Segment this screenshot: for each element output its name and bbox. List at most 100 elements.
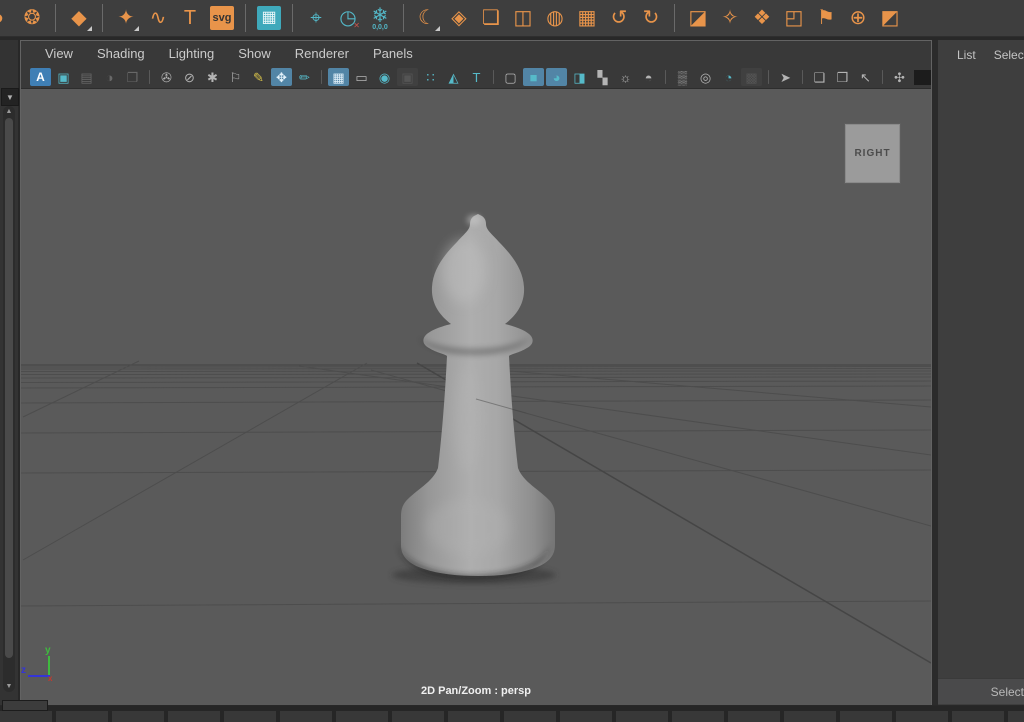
display-layout-button[interactable]: ▤	[76, 68, 97, 86]
image-plane-front-button[interactable]: ❑	[809, 68, 830, 86]
menu-panels[interactable]: Panels	[361, 43, 425, 64]
channel-box-panel: List Selected Select	[938, 40, 1024, 705]
time-slider-bar	[0, 706, 1024, 722]
shelf-target-weld-icon[interactable]: ◍	[539, 2, 571, 34]
image-plane-back-button[interactable]: ❒	[832, 68, 853, 86]
lights-toggle-button[interactable]: ☼	[615, 68, 636, 86]
shelf-sweep-mesh-icon[interactable]: ▦	[253, 2, 285, 34]
axis-y-label: y	[45, 645, 51, 656]
viewport-3d[interactable]: y z x RIGHT 2D Pan/Zoom : persp	[21, 89, 931, 705]
shelf-helix-primitive-icon[interactable]: ∿	[142, 2, 174, 34]
shelf-star-primitive-icon[interactable]: ✦	[110, 2, 142, 34]
field-chart-button[interactable]: ∷	[420, 68, 441, 86]
shelf-boolean-difference-icon[interactable]: ◈	[443, 2, 475, 34]
shelf-platonic-solid-icon[interactable]: ◆	[63, 2, 95, 34]
shelf-construction-plane-icon[interactable]: ⌖	[300, 2, 332, 34]
textured-mode-button[interactable]: ◕	[546, 68, 567, 86]
channel-box-menubar: List Selected	[938, 40, 1024, 70]
toolbar-separator	[802, 70, 803, 84]
shelf-separator	[245, 4, 246, 32]
lock-camera-button[interactable]: ⊘	[179, 68, 200, 86]
menu-shading[interactable]: Shading	[85, 43, 157, 64]
safe-title-button[interactable]: T	[466, 68, 487, 86]
default-material-button[interactable]: ▚	[592, 68, 613, 86]
range-slider-handle[interactable]	[2, 700, 48, 711]
use-all-lights-button[interactable]: ◨	[569, 68, 590, 86]
shelf-sphere-primitive-icon[interactable]: ❂	[16, 2, 48, 34]
time-slider[interactable]	[0, 711, 1024, 722]
menu-lighting[interactable]: Lighting	[157, 43, 227, 64]
shelf-quad-draw-icon[interactable]: ⚑	[810, 2, 842, 34]
shelf-options-dropdown-button[interactable]: ▼	[1, 88, 19, 106]
channel-box-menu-list[interactable]: List	[948, 45, 985, 65]
depth-peeling-button[interactable]: ▩	[741, 68, 762, 86]
toolbar-separator	[149, 70, 150, 84]
shelf-smooth-mesh-icon[interactable]: ↻	[635, 2, 667, 34]
left-scrollbar[interactable]: ▲ ▼	[3, 106, 15, 692]
menu-view[interactable]: View	[33, 43, 85, 64]
shelf-wire-sphere-icon[interactable]: ⊕	[842, 2, 874, 34]
bookmark-button[interactable]: ⚐	[225, 68, 246, 86]
wireframe-mode-button[interactable]: ▢	[500, 68, 521, 86]
scroll-down-icon[interactable]: ▼	[3, 683, 15, 690]
resolution-gate-button[interactable]: ◉	[374, 68, 395, 86]
camera-attributes-button[interactable]: A	[30, 68, 51, 86]
shelf-separator	[674, 4, 675, 32]
axis-z-label: z	[21, 665, 26, 676]
pop-out-button[interactable]: ↖	[855, 68, 876, 86]
shelf-bevel-icon[interactable]: ◪	[682, 2, 714, 34]
shelf-separator	[55, 4, 56, 32]
camera-settings-button[interactable]: ✱	[202, 68, 223, 86]
shading-ball-button[interactable]: ◑	[99, 68, 120, 86]
shelf-subdivide-icon[interactable]: ✧	[714, 2, 746, 34]
gate-mask-button[interactable]: ▣	[397, 68, 418, 86]
shelf-boolean-union-icon[interactable]: ☾	[411, 2, 443, 34]
axis-x-label: x	[48, 674, 53, 683]
poly-modeling-shelf: ◗ ❂ ◆ ✦	[0, 0, 1024, 37]
shelf-delete-history-icon[interactable]: ◷ ✕	[332, 2, 364, 34]
channel-box-menu-selected[interactable]: Selected	[985, 45, 1024, 65]
shadows-toggle-button[interactable]: ◓	[638, 68, 659, 86]
shelf-fill-hole-icon[interactable]: ▦	[571, 2, 603, 34]
shelf-svg-tool-icon[interactable]: svg	[206, 2, 238, 34]
layer-stack-button[interactable]: ❐	[122, 68, 143, 86]
exposure-field[interactable]	[914, 70, 931, 85]
toolbar-separator	[321, 70, 322, 84]
maya-window: ◗ ❂ ◆ ✦	[0, 0, 1024, 722]
annotate-pencil-button[interactable]: ✏	[294, 68, 315, 86]
shaded-mode-button[interactable]: ■	[523, 68, 544, 86]
pan-zoom-button[interactable]: ✥	[271, 68, 292, 86]
isolate-select-button[interactable]: ➤	[775, 68, 796, 86]
frame-selection-button[interactable]: ▣	[53, 68, 74, 86]
panel-menubar: View Shading Lighting Show Renderer Pane…	[21, 41, 931, 66]
toolbar-icons: A ▣ ▤ ◑ ❐ ✇ ⊘ ✱	[29, 68, 888, 86]
toolbar-separator	[665, 70, 666, 84]
shelf-cut-faces-icon[interactable]: ◩	[874, 2, 906, 34]
film-gate-button[interactable]: ▭	[351, 68, 372, 86]
shelf-mirror-icon[interactable]: ◫	[507, 2, 539, 34]
select-button[interactable]: Select	[938, 678, 1024, 704]
shelf-partial-icon[interactable]: ◗	[0, 2, 16, 34]
shelf-unfold-icon[interactable]: ◰	[778, 2, 810, 34]
motion-blur-button[interactable]: ◎	[695, 68, 716, 86]
menu-renderer[interactable]: Renderer	[283, 43, 361, 64]
select-camera-button[interactable]: ✇	[156, 68, 177, 86]
right-image-plane[interactable]: RIGHT	[845, 124, 900, 183]
shelf-multi-cut-icon[interactable]: ❖	[746, 2, 778, 34]
shelf-type-tool-icon[interactable]: T	[174, 2, 206, 34]
pan-zoom-hud: 2D Pan/Zoom : persp	[21, 685, 931, 697]
shelf-reset-transform-icon[interactable]: ❄ 0,0,0	[364, 2, 396, 34]
anti-aliasing-button[interactable]: ◔	[718, 68, 739, 86]
ambient-occlusion-button[interactable]: ▒	[672, 68, 693, 86]
safe-action-button[interactable]: ◭	[443, 68, 464, 86]
shelf-combine-icon[interactable]: ❏	[475, 2, 507, 34]
grease-pencil-button[interactable]: ✎	[248, 68, 269, 86]
shelf-spin-edge-icon[interactable]: ↺	[603, 2, 635, 34]
menu-show[interactable]: Show	[226, 43, 283, 64]
viewport-canvas: y z x	[21, 89, 931, 705]
grid-toggle-button[interactable]: ▦	[328, 68, 349, 86]
scrollbar-thumb[interactable]	[5, 118, 13, 658]
shelf-separator	[102, 4, 103, 32]
scroll-up-icon[interactable]: ▲	[3, 108, 15, 115]
exposure-icon[interactable]: ✣	[889, 68, 910, 86]
